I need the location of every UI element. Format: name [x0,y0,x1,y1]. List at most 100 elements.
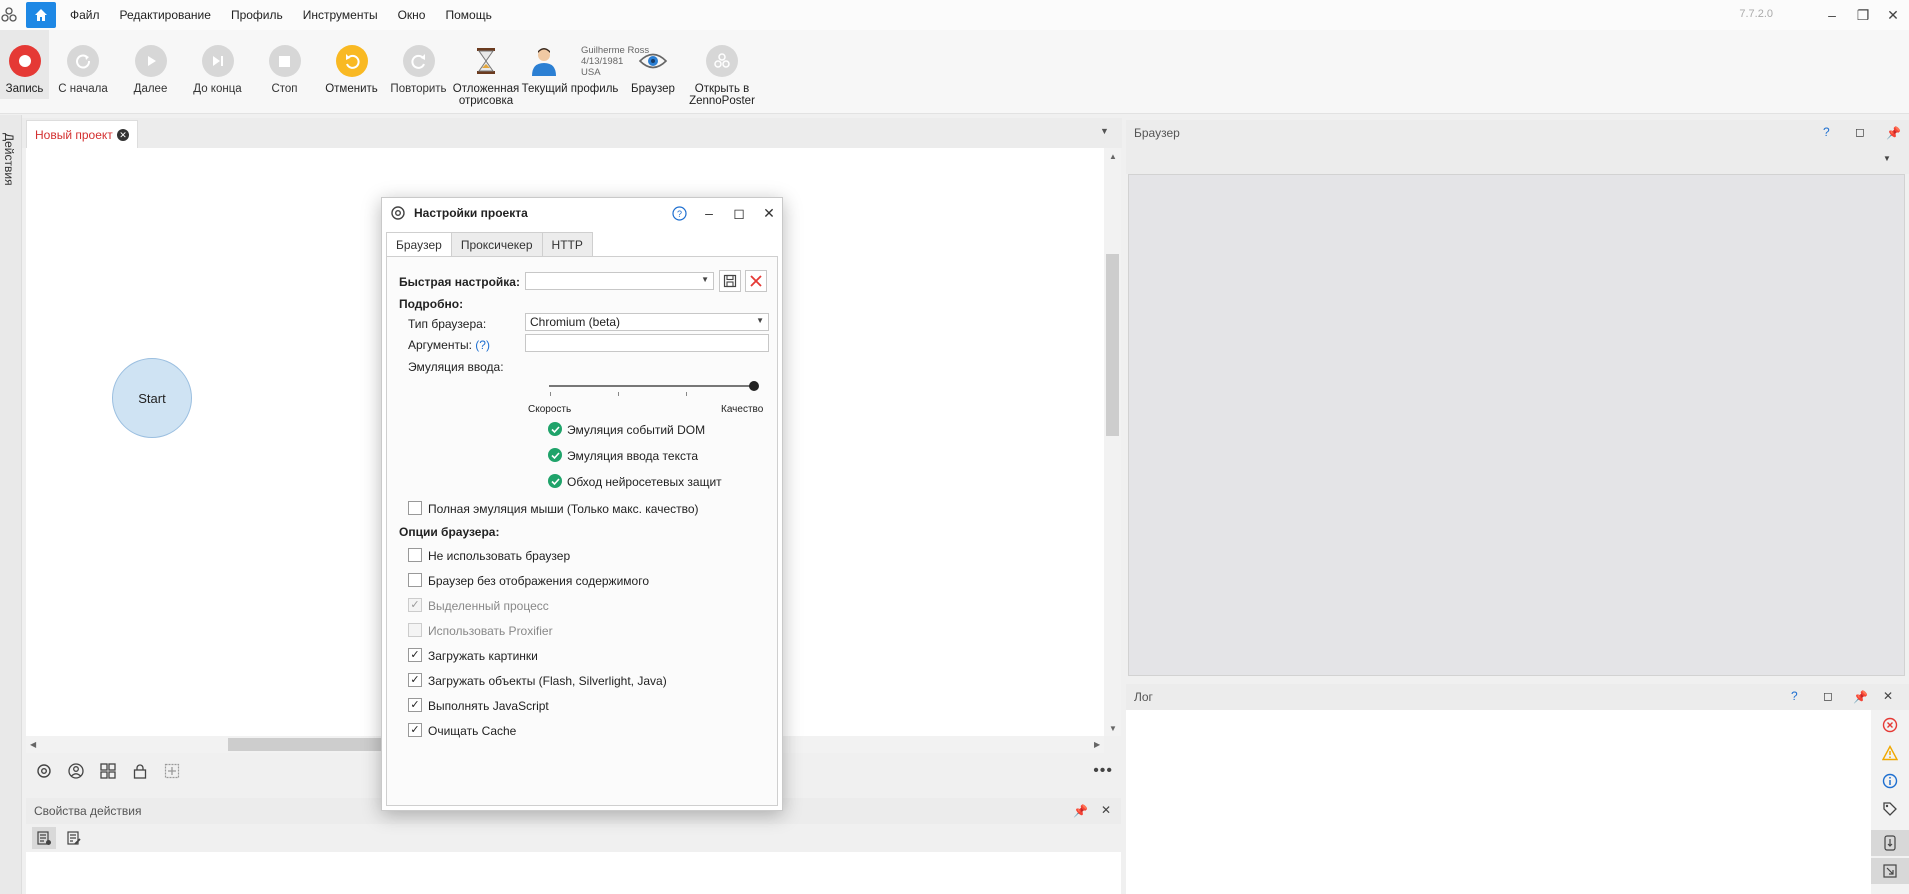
vertical-scroll-thumb[interactable] [1106,254,1119,436]
redo-label: Повторить [390,83,447,95]
tab-new-project[interactable]: Новый проект ✕ [26,120,138,148]
record-button[interactable]: Запись [0,30,49,99]
to-end-button[interactable]: До конца [184,45,251,95]
full-mouse-label: Полная эмуляция мыши (Только макс. качес… [428,502,699,516]
menu-profile[interactable]: Профиль [231,8,283,22]
headless-browser-checkbox[interactable] [408,573,422,587]
pin-icon[interactable]: 📌 [1073,804,1088,818]
full-mouse-checkbox[interactable] [408,501,422,515]
dialog-close-button[interactable]: ✕ [760,204,778,222]
app-logo-icon [0,6,18,24]
browser-label: Браузер [631,83,675,95]
open-zennoposter-button[interactable]: Открыть в ZennoPoster [686,45,758,107]
close-panel-icon[interactable]: ✕ [1883,689,1893,703]
run-javascript-label: Выполнять JavaScript [428,699,549,713]
slider-knob[interactable] [749,381,759,391]
load-objects-checkbox[interactable]: ✓ [408,673,422,687]
quick-setup-select[interactable]: ▼ [525,272,714,290]
menu-file[interactable]: Файл [70,8,100,22]
close-panel-icon[interactable]: ✕ [1101,803,1111,817]
restore-button[interactable]: ❐ [1848,4,1878,26]
scroll-down-icon[interactable]: ▼ [1109,724,1117,733]
check-circle-icon [548,474,562,488]
warning-filter-icon[interactable] [1871,740,1909,766]
undo-button[interactable]: Отменить [318,45,385,95]
clear-cache-checkbox[interactable]: ✓ [408,723,422,737]
horizontal-scroll-thumb[interactable] [228,738,388,751]
arguments-help-link[interactable]: (?) [475,338,490,352]
next-button[interactable]: Далее [117,45,184,95]
menu-window[interactable]: Окно [398,8,426,22]
proxifier-label: Использовать Proxifier [428,624,553,638]
redo-button[interactable]: Повторить [385,45,452,95]
stop-icon [268,45,301,77]
action-properties-tools [26,824,1121,852]
load-objects-label: Загружать объекты (Flash, Silverlight, J… [428,674,667,688]
details-label: Подробно: [399,297,464,311]
tags-filter-icon[interactable] [1871,796,1909,822]
delete-preset-button[interactable] [745,270,767,292]
maximize-panel-icon[interactable]: ◻ [1823,689,1833,703]
redo-icon [402,45,435,77]
next-label: Далее [133,83,168,95]
home-icon [35,9,47,21]
close-window-button[interactable]: ✕ [1878,4,1908,26]
error-filter-icon[interactable] [1871,712,1909,738]
no-browser-checkbox[interactable] [408,548,422,562]
arguments-input[interactable] [525,334,769,352]
properties-edit-icon[interactable] [62,827,86,849]
pin-icon[interactable]: 📌 [1853,690,1868,704]
dialog-help-icon[interactable]: ? [670,204,688,222]
pin-icon[interactable]: 📌 [1886,126,1901,140]
dialog-title: Настройки проекта [414,206,528,220]
scroll-left-icon[interactable]: ◀ [30,740,36,749]
save-icon [723,274,737,288]
canvas-vertical-scrollbar[interactable]: ▲ ▼ [1104,148,1121,736]
add-block-icon[interactable] [162,761,182,781]
maximize-panel-icon[interactable]: ◻ [1855,125,1865,139]
home-button[interactable] [26,2,56,28]
close-tab-icon[interactable]: ✕ [117,129,129,141]
menu-help[interactable]: Помощь [445,8,491,22]
tab-http[interactable]: HTTP [541,232,593,256]
start-node-label: Start [138,390,166,406]
browser-view[interactable] [1128,174,1905,676]
svg-text:?: ? [676,209,681,219]
settings-gear-icon[interactable] [34,761,54,781]
info-filter-icon[interactable] [1871,768,1909,794]
grid-icon[interactable] [98,761,118,781]
chevron-down-icon: ▼ [756,316,764,325]
actions-side-tab[interactable]: Действия [2,133,16,186]
tab-browser[interactable]: Браузер [386,232,452,257]
dialog-maximize-button[interactable]: ◻ [730,204,748,222]
scroll-up-icon[interactable]: ▲ [1109,152,1117,161]
load-images-checkbox[interactable]: ✓ [408,648,422,662]
tab-proxychecker[interactable]: Проксичекер [450,232,543,256]
menu-edit[interactable]: Редактирование [120,8,211,22]
dialog-minimize-button[interactable]: – [700,204,718,222]
stop-button[interactable]: Стоп [251,45,318,95]
help-icon[interactable]: ? [1791,689,1798,703]
properties-list-icon[interactable] [32,827,56,849]
scroll-right-icon[interactable]: ▶ [1094,740,1100,749]
browser-type-select[interactable]: Chromium (beta) ▼ [525,313,769,331]
start-node[interactable]: Start [112,358,192,438]
save-preset-button[interactable] [719,270,741,292]
profile-circle-icon[interactable] [66,761,86,781]
deferred-render-label-2: отрисовка [458,95,514,107]
from-start-button[interactable]: С начала [49,45,117,95]
more-options-icon[interactable]: ••• [1093,762,1113,780]
expand-icon[interactable] [1871,858,1909,884]
minimize-button[interactable]: – [1817,4,1847,26]
deferred-render-button[interactable]: Отложенная отрисовка [452,45,520,107]
slider-track[interactable] [549,385,755,387]
log-view[interactable] [1126,710,1871,894]
run-javascript-checkbox[interactable]: ✓ [408,698,422,712]
help-icon[interactable]: ? [1823,125,1830,139]
lock-icon[interactable] [130,761,150,781]
autoscroll-icon[interactable] [1871,830,1909,856]
menu-tools[interactable]: Инструменты [303,8,378,22]
dropdown-icon[interactable]: ▼ [1883,154,1891,163]
profile-info: Guilherme Ross 4/13/1981 USA [581,45,649,78]
tabs-dropdown-icon[interactable]: ▼ [1100,126,1109,136]
